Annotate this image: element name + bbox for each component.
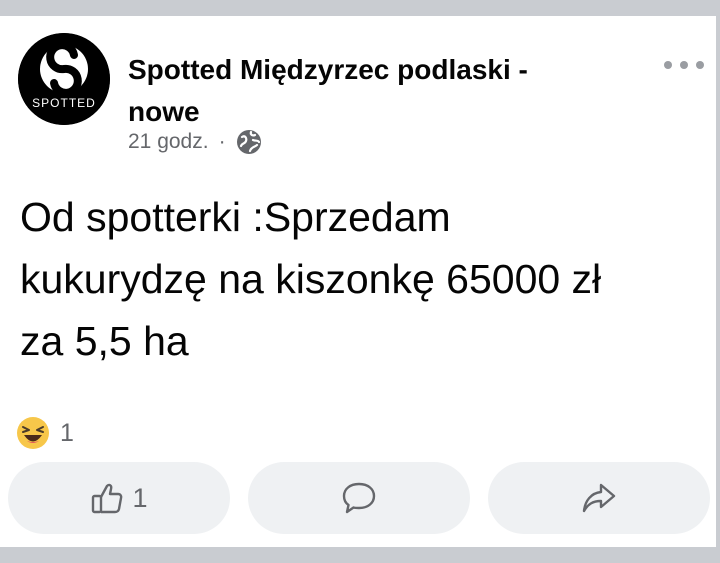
more-options-button[interactable] (664, 56, 704, 74)
dot (680, 61, 688, 69)
reaction-count: 1 (60, 418, 74, 447)
laughing-emoji-icon (17, 417, 49, 449)
dot (696, 61, 704, 69)
bottom-frame-edge (0, 547, 720, 563)
dot (664, 61, 672, 69)
post-meta: 21 godz. · (128, 129, 262, 155)
page-avatar[interactable]: SPOTTED (18, 33, 110, 125)
meta-separator: · (218, 130, 226, 153)
comment-icon (342, 482, 376, 514)
post-card: SPOTTED Spotted Międzyrzec podlaski - no… (0, 16, 716, 547)
comment-button[interactable] (248, 462, 470, 534)
right-frame-edge (716, 0, 720, 563)
share-button[interactable] (488, 462, 710, 534)
thumbs-up-icon (92, 483, 123, 514)
post-time[interactable]: 21 godz. (128, 130, 209, 154)
post-text-line: za 5,5 ha (20, 318, 189, 364)
post-text-line: kukurydzę na kiszonkę 65000 zł (20, 256, 602, 302)
avatar-logo-text: SPOTTED (32, 96, 96, 110)
globe-icon (236, 130, 261, 154)
post-text-line: Od spotterki :Sprzedam (20, 194, 451, 240)
post-text: Od spotterki :Sprzedam kukurydzę na kisz… (20, 186, 710, 372)
spotted-logo-icon: SPOTTED (18, 33, 110, 125)
reactions-summary[interactable]: 1 (16, 416, 74, 450)
like-button[interactable]: 1 (8, 462, 230, 534)
share-icon (582, 483, 616, 513)
like-count: 1 (132, 482, 148, 513)
top-frame-edge (0, 0, 720, 16)
author-name[interactable]: Spotted Międzyrzec podlaski - nowe (128, 49, 598, 133)
